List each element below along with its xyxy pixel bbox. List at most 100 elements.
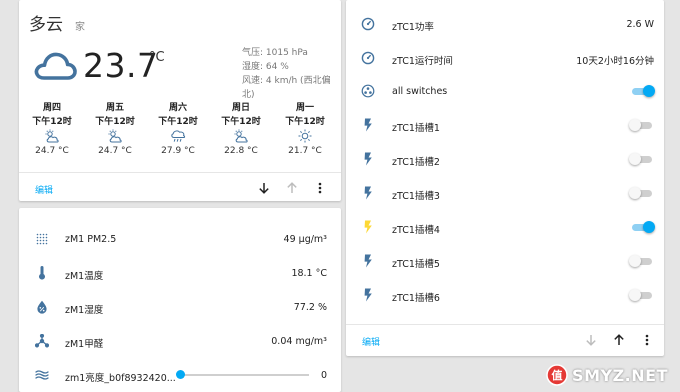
entity-row[interactable]: zM1 PM2.5 49 μg/m³ (19, 222, 341, 256)
humidity-attr: 湿度: 64 % (242, 62, 289, 72)
cloudy-icon (34, 52, 77, 80)
toggle-knob (643, 85, 655, 97)
rainy-icon (171, 130, 186, 142)
entity-row[interactable]: zTC1插槽6 (346, 278, 664, 312)
entity-row[interactable]: zM1甲醛 0.04 mg/m³ (19, 324, 341, 358)
entity-label: zTC1插槽4 (392, 225, 440, 236)
pressure-attr: 气压: 1015 hPa (242, 48, 308, 58)
forecast-day: 周日 下午12时 22.8 °C (211, 100, 271, 156)
edit-button[interactable]: 编辑 (362, 335, 380, 348)
entity-label: zTC1插槽5 (392, 259, 440, 270)
toggle-knob (629, 255, 641, 267)
forecast-time: 下午12时 (95, 117, 135, 127)
forecast-day: 周五 下午12时 24.7 °C (85, 100, 145, 156)
weather-header: 多云 家 (29, 10, 85, 35)
toggle-switch[interactable] (630, 221, 655, 233)
entity-label: zTC1插槽3 (392, 191, 440, 202)
entity-value: 49 μg/m³ (283, 234, 327, 245)
entity-row[interactable]: zTC1插槽5 (346, 244, 664, 278)
entity-label: all switches (392, 86, 448, 97)
card-divider (19, 172, 341, 173)
partly-cloudy-icon (234, 129, 248, 143)
current-temperature: 23.7 (83, 46, 159, 85)
forecast-day-name: 周六 (168, 103, 187, 113)
entity-row[interactable]: zM1温度 18.1 °C (19, 256, 341, 290)
entity-row[interactable]: zTC1插槽3 (346, 176, 664, 210)
partly-cloudy-icon (108, 129, 122, 143)
entity-row[interactable]: zTC1插槽4 (346, 210, 664, 244)
card-divider (346, 324, 664, 325)
entity-label: zM1湿度 (65, 305, 104, 316)
arrow-down-icon (586, 335, 596, 346)
grid-dots-icon (36, 233, 48, 245)
flash-icon (364, 254, 372, 268)
watermark-text: SMYZ.NET (572, 365, 668, 385)
entity-row[interactable]: zM1湿度 77.2 % (19, 290, 341, 324)
dots-vertical-icon (318, 182, 322, 194)
flash-icon (364, 220, 372, 234)
toggle-switch[interactable] (629, 255, 654, 267)
entity-label: zTC1插槽2 (392, 157, 440, 168)
thermometer-icon (39, 266, 45, 280)
gauge-icon (361, 17, 375, 31)
entity-value: 77.2 % (293, 302, 327, 313)
move-down-button[interactable] (255, 179, 273, 197)
forecast-day: 周六 下午12时 27.9 °C (148, 100, 208, 156)
move-up-button[interactable] (283, 179, 301, 197)
watermark-badge-text: 值 (552, 368, 563, 382)
brightness-slider-handle[interactable] (176, 370, 185, 379)
entity-label: zTC1插槽6 (392, 293, 440, 304)
edit-button[interactable]: 编辑 (35, 183, 53, 196)
arrow-up-icon (287, 182, 297, 193)
flash-icon (364, 118, 372, 132)
partly-cloudy-icon (45, 129, 59, 143)
flash-icon (364, 152, 372, 166)
more-options-button[interactable] (311, 179, 329, 197)
toggle-switch[interactable] (629, 289, 654, 301)
entity-row[interactable]: zTC1插槽1 (346, 108, 664, 142)
brightness-icon (35, 370, 49, 380)
watermark-logo-icon: 值 (546, 364, 568, 386)
forecast-day: 周一 下午12时 21.7 °C (275, 100, 335, 156)
flash-icon (364, 186, 372, 200)
entity-label: zTC1运行时间 (392, 56, 453, 67)
forecast-time: 下午12时 (285, 117, 325, 127)
weather-current: 23.7 °C 气压: 1015 hPa 湿度: 64 % 风速: 4 km/h… (31, 44, 331, 100)
group-icon (361, 84, 375, 98)
weather-condition: 多云 (29, 15, 63, 35)
toggle-switch[interactable] (629, 187, 654, 199)
forecast-time: 下午12时 (32, 117, 72, 127)
toggle-switch[interactable] (629, 153, 654, 165)
forecast-time: 下午12时 (158, 117, 198, 127)
weather-card[interactable]: 多云 家 23.7 °C 气压: 1015 hPa 湿度: 64 % 风速: 4… (19, 0, 341, 201)
sensors-card: zM1 PM2.5 49 μg/m³ zM1温度 18.1 °C zM1湿度 7… (19, 208, 341, 392)
entity-label: zTC1插槽1 (392, 123, 440, 134)
weather-forecast: 周四 下午12时 24.7 °C 周五 下午12时 24.7 °C 周六 下午1… (19, 100, 341, 160)
forecast-day-name: 周一 (295, 103, 314, 113)
brightness-slider-track[interactable] (179, 374, 309, 376)
entity-label: zTC1功率 (392, 22, 434, 33)
entity-row[interactable]: zm1亮度_b0f8932420... 0 (19, 358, 341, 392)
toggle-knob (629, 153, 641, 165)
toggle-knob (643, 221, 655, 233)
forecast-day-name: 周日 (231, 103, 250, 113)
entity-value: 10天2小时16分钟 (576, 56, 654, 67)
arrow-up-icon (614, 334, 624, 345)
entity-row[interactable]: zTC1功率 2.6 W (346, 7, 664, 41)
move-down-button[interactable] (582, 331, 600, 349)
sunny-icon (298, 129, 312, 143)
forecast-temp: 21.7 °C (288, 146, 322, 156)
entity-row[interactable]: zTC1运行时间 10天2小时16分钟 (346, 41, 664, 75)
toggle-knob (629, 289, 641, 301)
entity-row[interactable]: all switches (346, 74, 664, 108)
toggle-switch[interactable] (629, 119, 654, 131)
move-up-button[interactable] (610, 331, 628, 349)
entity-row[interactable]: zTC1插槽2 (346, 142, 664, 176)
arrow-down-icon (259, 183, 269, 194)
forecast-temp: 22.8 °C (224, 146, 258, 156)
forecast-day: 周四 下午12时 24.7 °C (22, 100, 82, 156)
more-options-button[interactable] (638, 331, 656, 349)
toggle-knob (629, 119, 641, 131)
forecast-day-name: 周四 (42, 103, 61, 113)
toggle-switch[interactable] (630, 85, 655, 97)
